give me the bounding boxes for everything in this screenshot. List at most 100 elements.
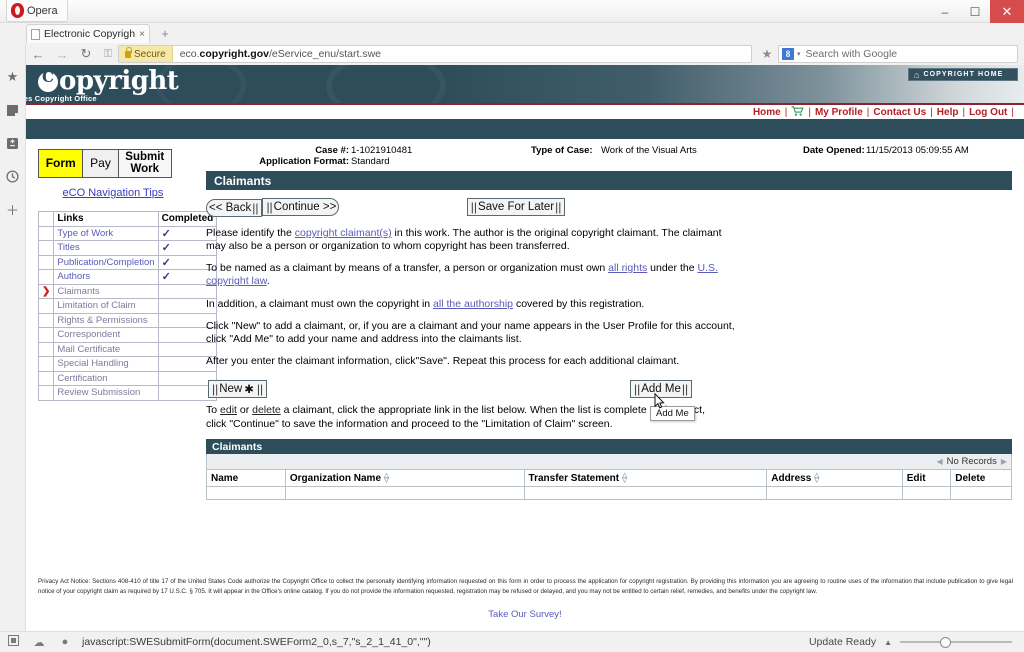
form-section-row[interactable]: Authors ✓ — [37, 269, 218, 285]
section-link-type-of-work[interactable]: Type of Work — [53, 225, 159, 241]
pager-previous-icon[interactable]: ◀ — [937, 457, 943, 466]
section-link-special-handling[interactable]: Special Handling — [53, 356, 159, 372]
nav-separator-6: | — [1011, 106, 1014, 118]
nav-link-contact-us[interactable]: Contact Us — [869, 107, 930, 118]
section-link-titles[interactable]: Titles — [53, 240, 159, 256]
cloud-icon[interactable]: ☁ — [26, 636, 52, 649]
zoom-slider[interactable] — [900, 636, 1012, 648]
forward-icon[interactable]: → — [50, 47, 74, 62]
form-section-row[interactable]: Review Submission — [37, 385, 218, 401]
tab-pay[interactable]: Pay — [83, 150, 119, 177]
shopping-cart-icon[interactable] — [787, 105, 808, 119]
key-icon[interactable]: ⚿ — [98, 48, 118, 61]
copyright-claimants-link[interactable]: copyright claimant(s) — [295, 227, 392, 239]
form-section-row[interactable]: Mail Certificate — [37, 341, 218, 357]
browser-tab-electronic-copyright[interactable]: Electronic Copyright O... × — [26, 24, 150, 43]
back-icon[interactable]: ← — [26, 47, 50, 62]
back-button-label: << Back — [209, 202, 252, 214]
column-header-transfer-statement[interactable]: Transfer Statement △ ▽ — [523, 469, 768, 488]
form-section-row[interactable]: Certification — [37, 370, 218, 386]
column-header-organization-name[interactable]: Organization Name △ ▽ — [284, 469, 525, 488]
privacy-act-notice: Privacy Act Notice: Sections 408-410 of … — [38, 578, 1013, 595]
form-section-row[interactable]: Type of Work ✓ — [37, 225, 218, 241]
snapshot-camera-icon[interactable]: ● — [52, 636, 78, 648]
current-section-marker: ❯ — [37, 283, 55, 299]
lock-icon — [125, 46, 132, 58]
back-button[interactable]: << Back || — [206, 199, 263, 217]
p2-text-b: under the — [647, 262, 698, 275]
search-input[interactable]: 8 ▾ Search with Google — [778, 45, 1018, 63]
column-header-address[interactable]: Address △ ▽ — [766, 469, 903, 488]
maximize-button[interactable]: ☐ — [960, 0, 990, 23]
minimize-button[interactable]: – — [930, 0, 960, 23]
section-link-certification[interactable]: Certification — [53, 370, 159, 386]
save-for-later-button[interactable]: || Save For Later || — [466, 198, 566, 216]
bookmark-star-icon[interactable]: ★ — [756, 47, 778, 61]
new-claimant-button[interactable]: || New ✱ || — [208, 380, 268, 398]
history-clock-icon[interactable] — [5, 168, 21, 184]
sort-arrows-icon[interactable]: △ ▽ — [384, 472, 391, 484]
form-section-row[interactable]: Rights & Permissions — [37, 312, 218, 328]
nav-link-my-profile[interactable]: My Profile — [811, 107, 867, 118]
section-link-rights-permissions[interactable]: Rights & Permissions — [53, 312, 159, 328]
button-bar-icon-2: || — [266, 200, 273, 214]
add-icon[interactable]: ＋ — [5, 201, 21, 218]
instruction-paragraph-3: In addition, a claimant must own the cop… — [206, 298, 736, 311]
notes-icon[interactable] — [5, 102, 21, 118]
opera-sidebar: ★ ＋ — [0, 43, 26, 631]
case-information: Case #: 1-1021910481 Type of Case: Work … — [221, 145, 1011, 167]
form-section-row[interactable]: Special Handling — [37, 356, 218, 372]
continue-button-label: Continue >> — [273, 201, 337, 213]
copyright-office-logo[interactable]: opyright United States Copyright Office — [26, 68, 179, 103]
sort-arrows-icon[interactable]: △ ▽ — [814, 472, 821, 484]
address-bar[interactable]: Secure eco.copyright.gov/eService_enu/st… — [118, 45, 752, 63]
opera-menu-label: Opera — [27, 4, 58, 17]
chevron-down-icon[interactable]: ▾ — [797, 50, 801, 58]
continue-button[interactable]: || Continue >> — [262, 198, 340, 216]
section-link-correspondent[interactable]: Correspondent — [53, 327, 159, 343]
copyright-home-button[interactable]: ⌂ COPYRIGHT HOME — [908, 68, 1018, 81]
nav-link-help[interactable]: Help — [933, 107, 963, 118]
take-our-survey-link[interactable]: Take Our Survey! — [26, 609, 1024, 620]
opera-menu-button[interactable]: Opera — [6, 0, 68, 22]
form-section-row[interactable]: Correspondent — [37, 327, 218, 343]
delete-link[interactable]: delete — [252, 404, 281, 416]
form-section-row[interactable]: Limitation of Claim — [37, 298, 218, 314]
add-me-button[interactable]: || Add Me || — [630, 380, 693, 398]
form-section-row[interactable]: Titles ✓ — [37, 240, 218, 256]
update-ready-label[interactable]: Update Ready — [809, 636, 876, 648]
reload-icon[interactable]: ↻ — [74, 46, 98, 62]
nav-link-log-out[interactable]: Log Out — [965, 107, 1011, 118]
section-link-claimants[interactable]: Claimants — [53, 283, 159, 299]
eco-navigation-tips-link[interactable]: eCO Navigation Tips — [38, 187, 188, 199]
section-marker-cell — [37, 327, 55, 343]
section-link-authors[interactable]: Authors — [53, 269, 159, 285]
case-type-label: Type of Case: — [531, 145, 593, 156]
all-the-authorship-link[interactable]: all the authorship — [433, 298, 513, 310]
all-rights-link[interactable]: all rights — [608, 262, 647, 274]
section-link-publication-completion[interactable]: Publication/Completion — [53, 254, 159, 270]
nav-link-home[interactable]: Home — [749, 107, 785, 118]
section-link-limitation-of-claim[interactable]: Limitation of Claim — [53, 298, 159, 314]
sort-arrows-icon[interactable]: △ ▽ — [622, 472, 629, 484]
tab-submit-work[interactable]: Submit Work — [118, 150, 171, 177]
date-opened-label: Date Opened: — [803, 145, 865, 156]
new-tab-button[interactable]: + — [158, 27, 172, 41]
edit-link[interactable]: edit — [220, 404, 237, 416]
form-section-row[interactable]: ❯ Claimants — [37, 283, 218, 299]
pager-next-icon[interactable]: ▶ — [1001, 457, 1007, 466]
tab-form[interactable]: Form — [39, 150, 84, 177]
zoom-slider-handle[interactable] — [940, 637, 951, 648]
form-section-row[interactable]: Publication/Completion ✓ — [37, 254, 218, 270]
section-link-review-submission[interactable]: Review Submission — [53, 385, 159, 401]
speed-dial-icon[interactable] — [5, 135, 21, 151]
chevron-up-icon[interactable]: ▲ — [884, 638, 892, 647]
tab-close-icon[interactable]: × — [139, 29, 145, 40]
close-button[interactable]: ✕ — [990, 0, 1024, 23]
section-marker-cell — [37, 240, 55, 256]
sidebar-toggle-icon[interactable] — [0, 635, 26, 649]
secure-badge[interactable]: Secure — [119, 46, 173, 62]
google-engine-icon[interactable]: 8 — [782, 48, 794, 60]
section-link-mail-certificate[interactable]: Mail Certificate — [53, 341, 159, 357]
bookmarks-star-icon[interactable]: ★ — [5, 69, 21, 85]
